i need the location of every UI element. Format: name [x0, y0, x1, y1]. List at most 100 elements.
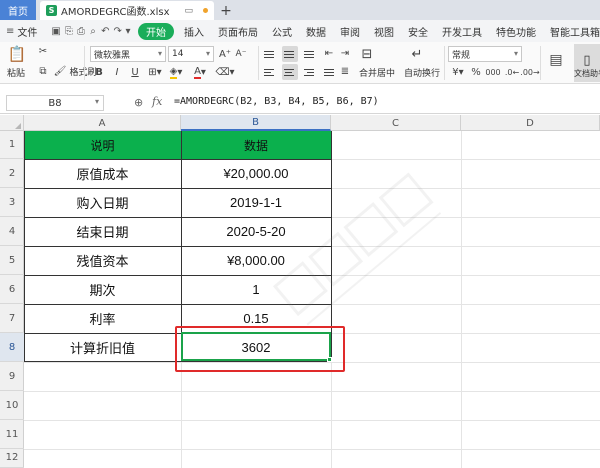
menu-view[interactable]: 视图: [374, 24, 394, 39]
decimal-decrease-icon[interactable]: .00→: [520, 65, 539, 79]
font-size-select[interactable]: 14 ▾: [168, 46, 214, 62]
cell-a6[interactable]: 期次: [24, 275, 181, 304]
cell-b4[interactable]: 2020-5-20: [181, 217, 331, 246]
menu-security[interactable]: 安全: [408, 24, 428, 39]
align-center-icon[interactable]: [282, 64, 298, 80]
number-format-select[interactable]: 常规 ▾: [448, 46, 522, 62]
indent-decrease-icon[interactable]: ⇤: [322, 46, 336, 60]
shrink-font-icon[interactable]: A⁻: [234, 46, 248, 62]
menu-start[interactable]: 开始: [138, 22, 174, 40]
merge-center-icon[interactable]: ⊟: [356, 45, 378, 63]
cell-b1[interactable]: 数据: [181, 131, 331, 159]
clear-format-icon[interactable]: ⌫▾: [214, 65, 236, 79]
fill-color-icon[interactable]: ◈ ▾: [166, 65, 186, 79]
bold-button[interactable]: B: [92, 65, 106, 79]
paste-icon[interactable]: 📋: [6, 44, 28, 64]
preview-icon[interactable]: ⌕: [89, 24, 97, 38]
row-header-10[interactable]: 10: [0, 391, 24, 420]
menu-review[interactable]: 审阅: [340, 24, 360, 39]
tab-document[interactable]: S AMORDEGRC函数.xlsx ▭: [40, 1, 214, 20]
cell-b5[interactable]: ¥8,000.00: [181, 246, 331, 275]
percent-button[interactable]: %: [470, 65, 482, 79]
align-top-icon[interactable]: [262, 46, 278, 62]
align-middle-icon[interactable]: [282, 46, 298, 62]
menu-data[interactable]: 数据: [306, 24, 326, 39]
format-painter-icon[interactable]: 🖌: [54, 64, 67, 78]
row-header-9[interactable]: 9: [0, 362, 24, 391]
font-color-icon[interactable]: A ▾: [190, 65, 210, 79]
row-header-2[interactable]: 2: [0, 159, 24, 188]
function-icon[interactable]: fx: [152, 95, 162, 108]
wrap-text-button[interactable]: 自动换行: [402, 66, 442, 79]
column-header-d[interactable]: D: [461, 115, 600, 131]
italic-button[interactable]: I: [110, 65, 124, 79]
column-header-a[interactable]: A: [24, 115, 181, 131]
tab-home[interactable]: 首页: [0, 0, 36, 20]
underline-button[interactable]: U: [128, 65, 142, 79]
hamburger-menu-icon[interactable]: ≡: [6, 24, 14, 38]
row-header-3[interactable]: 3: [0, 188, 24, 217]
cell-a3[interactable]: 购入日期: [24, 188, 181, 217]
merge-center-button[interactable]: 合并居中: [354, 66, 400, 79]
border-icon[interactable]: ⊞▾: [146, 65, 164, 79]
cell-a8[interactable]: 计算折旧值: [24, 333, 181, 362]
row-header-6[interactable]: 6: [0, 275, 24, 304]
decimal-increase-icon[interactable]: .0←: [504, 65, 520, 79]
cell-b6[interactable]: 1: [181, 275, 331, 304]
conditional-format-icon[interactable]: ▤: [546, 50, 566, 70]
menu-insert[interactable]: 插入: [184, 24, 204, 39]
menu-file[interactable]: 文件: [17, 24, 37, 39]
cell-b2[interactable]: ¥20,000.00: [181, 159, 331, 188]
column-header-c[interactable]: C: [331, 115, 461, 131]
row-header-8[interactable]: 8: [0, 333, 24, 362]
align-bottom-icon[interactable]: [302, 46, 318, 62]
cut-icon[interactable]: ✂: [36, 44, 50, 58]
table-border: [24, 159, 332, 160]
name-box-value: B8: [48, 97, 62, 109]
cell-a5[interactable]: 残值资本: [24, 246, 181, 275]
name-box[interactable]: B8 ▾: [6, 95, 104, 111]
row-header-1[interactable]: 1: [0, 131, 24, 159]
menu-formulas[interactable]: 公式: [272, 24, 292, 39]
row-header-12[interactable]: 12: [0, 449, 24, 468]
export-icon[interactable]: ⎘: [65, 24, 73, 38]
gridline: [24, 391, 600, 392]
row-header-5[interactable]: 5: [0, 246, 24, 275]
row-header-11[interactable]: 11: [0, 420, 24, 449]
wrap-text-icon[interactable]: ↵: [406, 45, 428, 63]
menu-developer[interactable]: 开发工具: [442, 24, 482, 39]
formula-input[interactable]: =AMORDEGRC(B2, B3, B4, B5, B6, B7): [174, 96, 379, 107]
cell-a7[interactable]: 利率: [24, 304, 181, 333]
monitor-icon[interactable]: ▭: [184, 6, 193, 16]
align-left-icon[interactable]: [262, 64, 278, 80]
zoom-icon[interactable]: ⊕: [134, 96, 143, 109]
column-header-b[interactable]: B: [181, 115, 331, 131]
redo-icon[interactable]: ↷: [114, 24, 122, 38]
distributed-icon[interactable]: ≣: [338, 64, 352, 78]
grow-font-icon[interactable]: A⁺: [218, 46, 232, 62]
cell-a1[interactable]: 说明: [24, 131, 181, 159]
font-name-select[interactable]: 微软雅黑 ▾: [90, 46, 166, 62]
menu-special[interactable]: 特色功能: [496, 24, 536, 39]
justify-icon[interactable]: [322, 64, 338, 80]
undo-icon[interactable]: ↶: [101, 24, 109, 38]
cell-b3[interactable]: 2019-1-1: [181, 188, 331, 217]
cell-a2[interactable]: 原值成本: [24, 159, 181, 188]
copy-icon[interactable]: ⧉: [36, 64, 50, 78]
select-all-corner[interactable]: [0, 115, 24, 131]
new-tab-button[interactable]: +: [216, 1, 236, 20]
row-header-4[interactable]: 4: [0, 217, 24, 246]
paste-button[interactable]: 粘贴: [4, 66, 28, 79]
menu-smart-tools[interactable]: 智能工具箱: [550, 24, 600, 39]
currency-button[interactable]: ¥ ▾: [448, 65, 468, 79]
save-icon[interactable]: ▣: [51, 24, 60, 38]
doc-assistant-button[interactable]: ▯ 文档助手: [574, 44, 600, 82]
thousands-button[interactable]: 000: [484, 65, 502, 79]
more-icon[interactable]: ▾: [124, 24, 132, 38]
align-right-icon[interactable]: [302, 64, 318, 80]
cell-a4[interactable]: 结束日期: [24, 217, 181, 246]
indent-increase-icon[interactable]: ⇥: [338, 46, 352, 60]
menu-page-layout[interactable]: 页面布局: [218, 24, 258, 39]
print-icon[interactable]: ⎙: [77, 24, 85, 38]
row-header-7[interactable]: 7: [0, 304, 24, 333]
